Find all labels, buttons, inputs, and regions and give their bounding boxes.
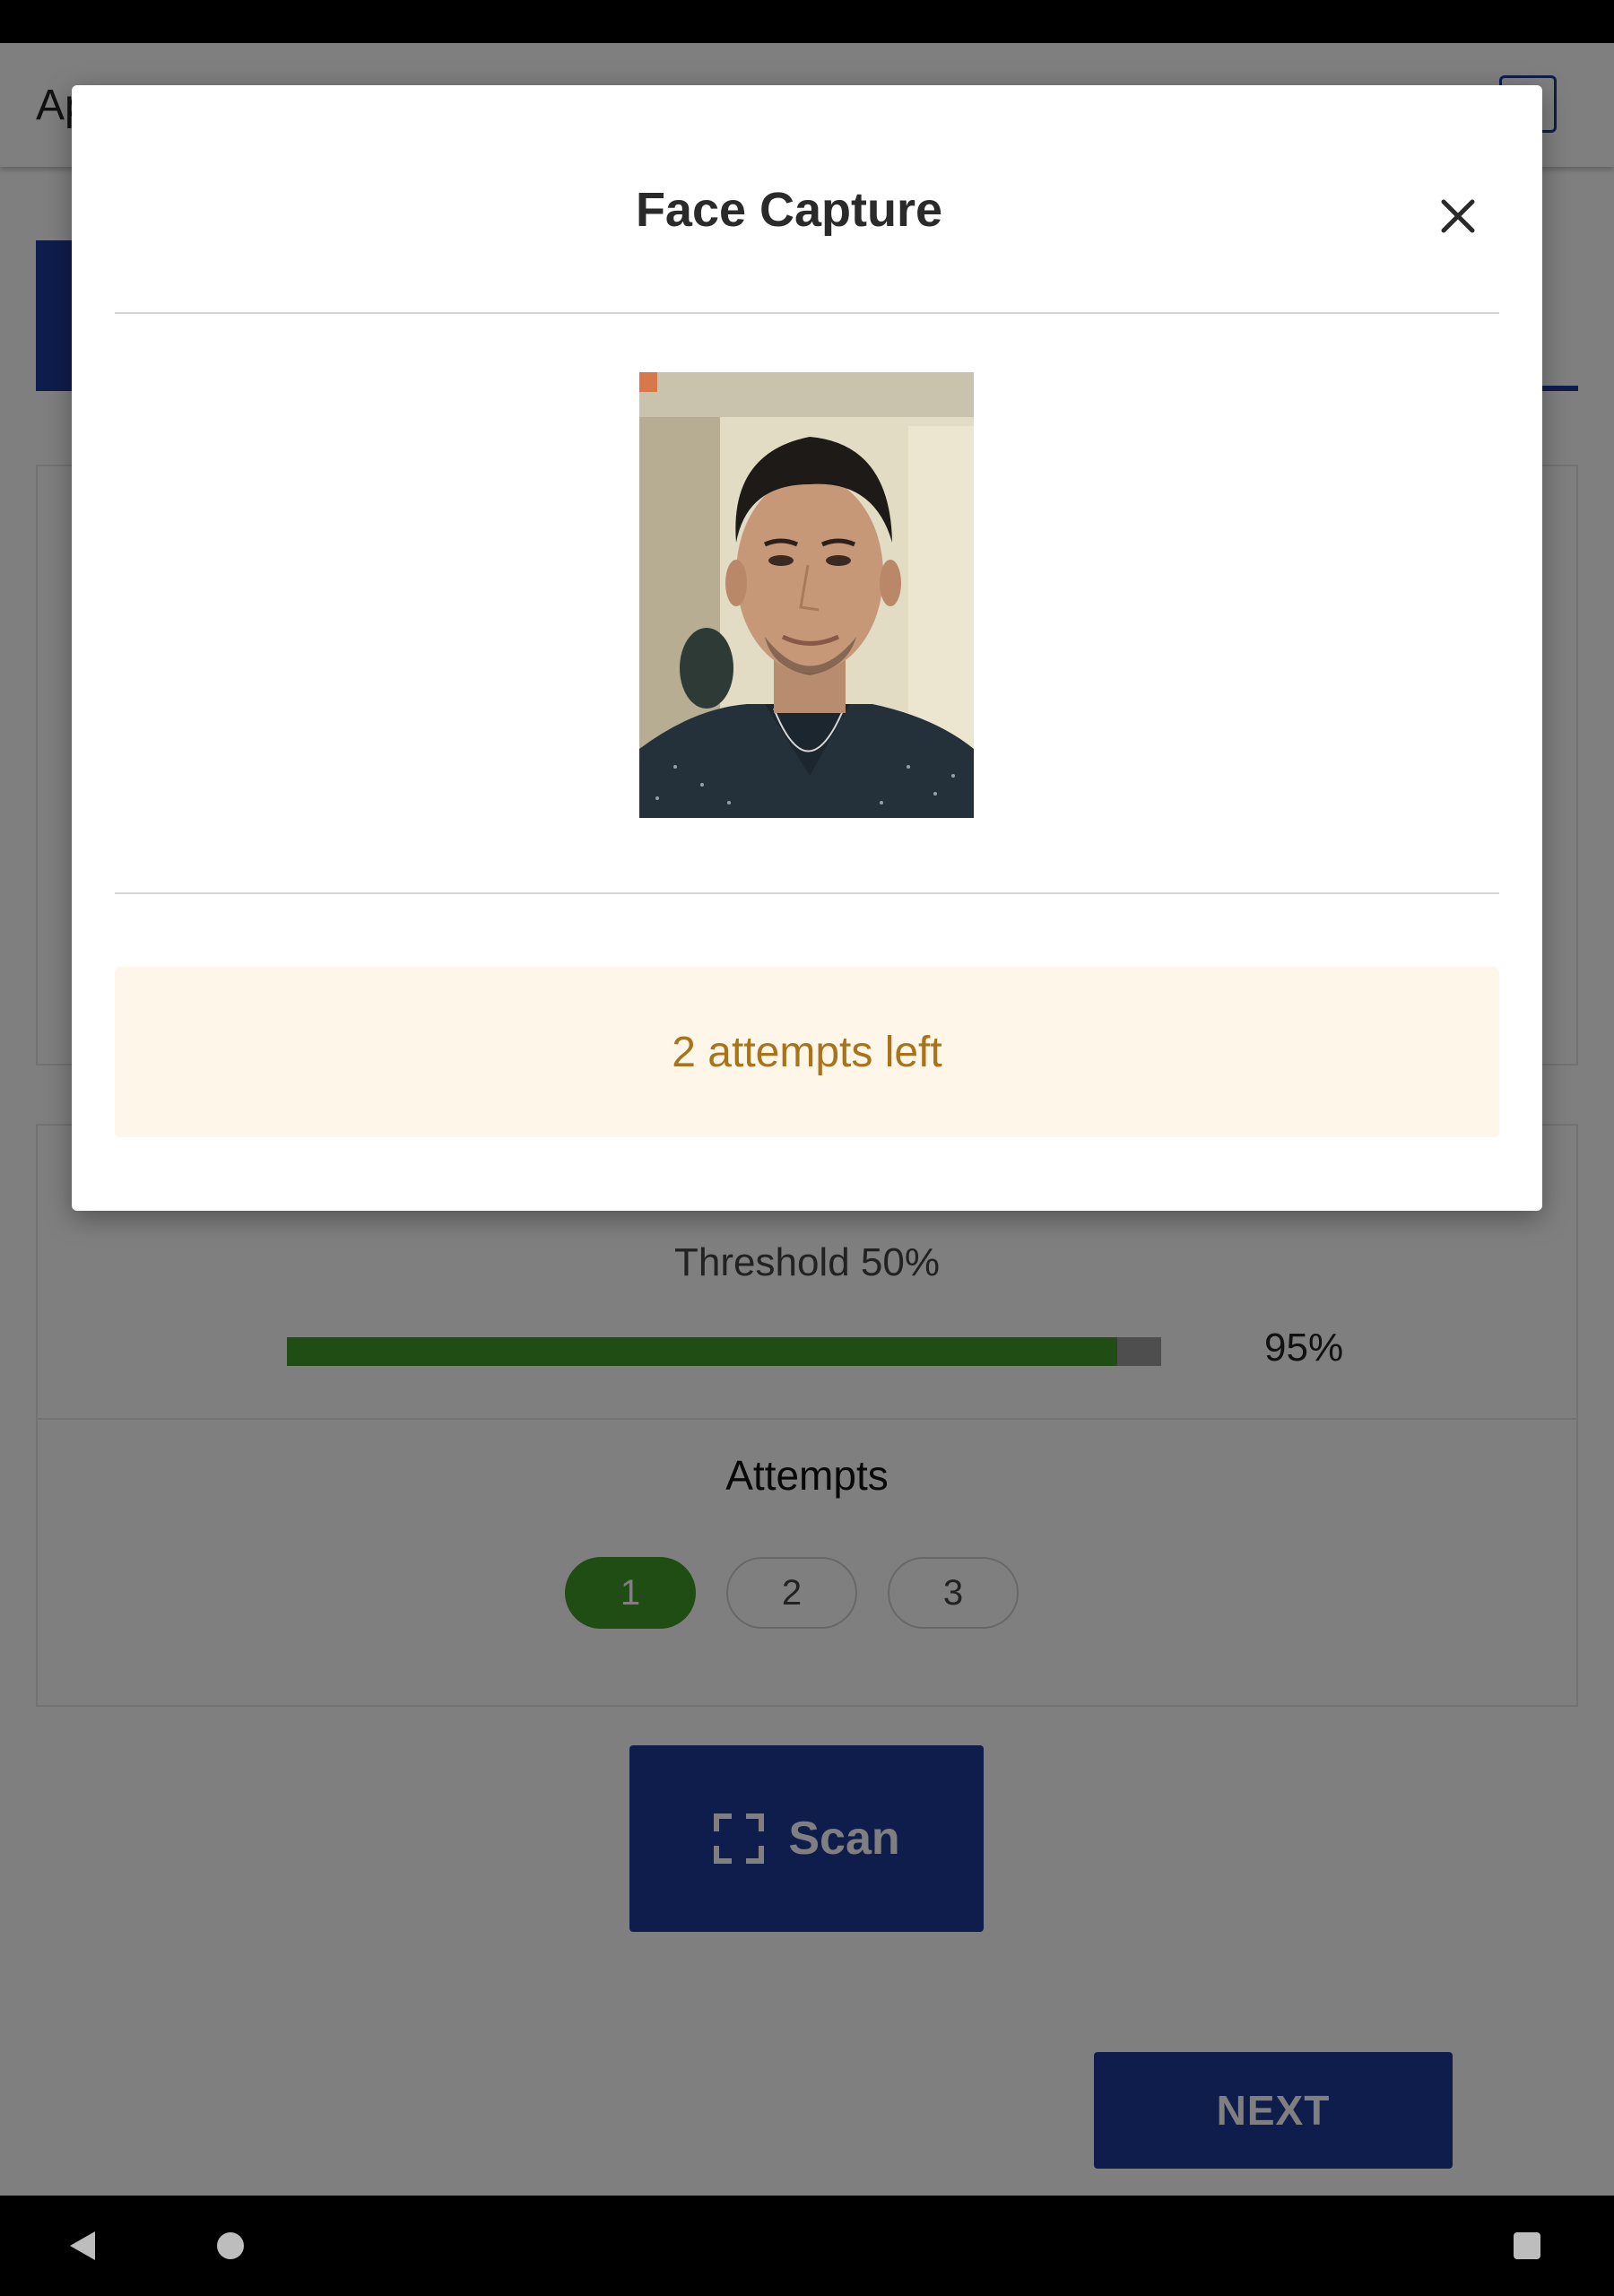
dialog-title: Face Capture — [635, 183, 943, 237]
captured-face-photo — [639, 372, 974, 818]
attempts-left-alert: 2 attempts left — [115, 967, 1499, 1137]
dialog-divider-top — [115, 312, 1499, 314]
back-icon[interactable] — [70, 2231, 95, 2260]
face-capture-dialog: Face Capture 2 attempts left — [72, 85, 1542, 1211]
recents-icon[interactable] — [1514, 2232, 1540, 2259]
close-icon[interactable] — [1433, 191, 1483, 241]
dialog-divider-bottom — [115, 892, 1499, 894]
home-icon[interactable] — [217, 2232, 244, 2259]
